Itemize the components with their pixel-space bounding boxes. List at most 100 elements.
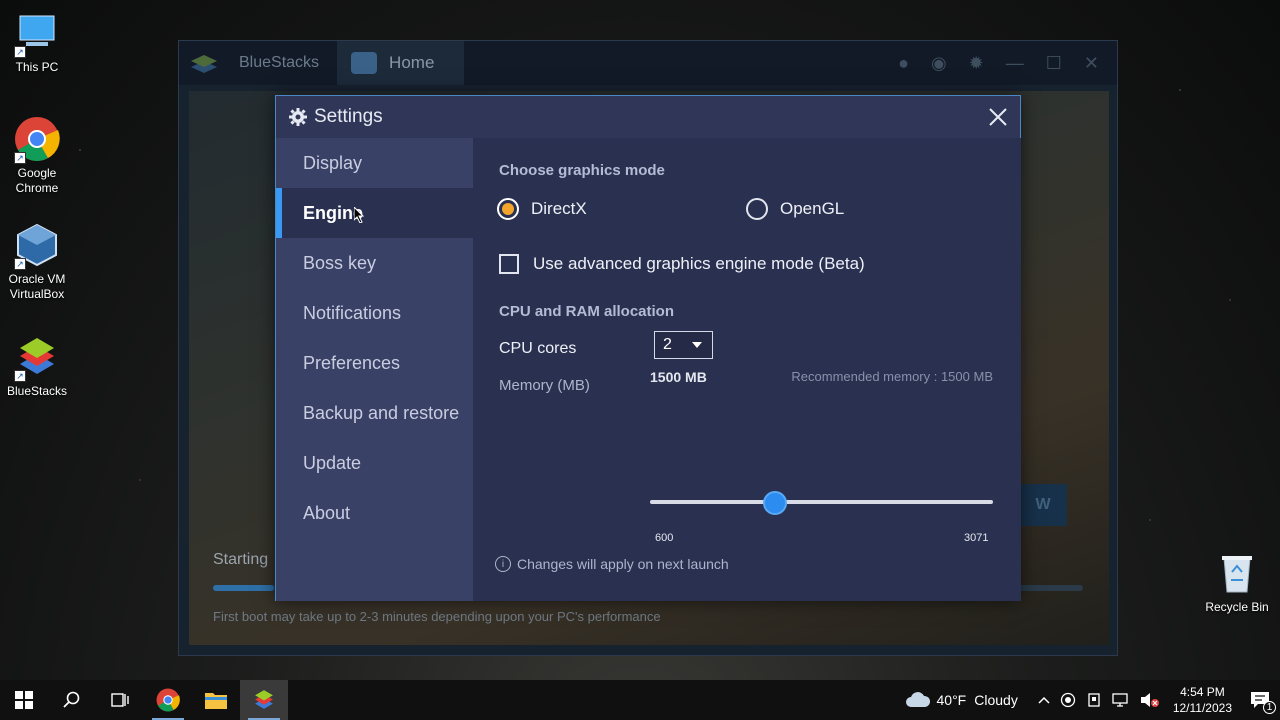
maximize-button[interactable]: ☐ [1046,53,1062,74]
boot-progress-fill [213,585,274,591]
show-hidden-icons-button[interactable] [1033,680,1055,720]
gear-icon[interactable]: ✹ [969,53,984,74]
tab-home[interactable]: Home [337,41,465,85]
bluestacks-logo-icon: ↗ [14,334,60,382]
sidebar-item-backup-restore[interactable]: Backup and restore [276,388,473,438]
sidebar-item-label: Update [303,452,362,473]
virtualbox-icon: ↗ [14,222,60,270]
task-view-button[interactable] [96,680,144,720]
this-pc-desktop-icon[interactable]: ↗ This PC [0,10,74,75]
taskbar-bluestacks[interactable] [240,680,288,720]
recycle-bin-desktop-icon[interactable]: Recycle Bin [1200,550,1274,615]
home-icon [351,52,378,74]
record-icon [1060,692,1075,708]
google-chrome-desktop-icon[interactable]: ↗ Google Chrome [0,116,74,196]
recommended-memory: Recommended memory : 1500 MB [791,369,993,384]
account-icon[interactable]: ◉ [931,53,947,74]
sidebar-item-label: Notifications [303,302,402,323]
recycle-bin-icon [1214,550,1260,596]
cpu-cores-select[interactable]: 2 [654,331,713,359]
settings-dialog: Settings Display Engine Boss key Notific… [275,95,1021,601]
bluestacks-titlebar: BlueStacks Home ● ◉ ✹ — ☐ ✕ [179,41,1117,85]
windows-icon [15,691,33,709]
action-center-button[interactable]: 1 [1240,680,1280,720]
folder-icon [205,693,227,709]
sidebar-item-about[interactable]: About [276,488,473,538]
start-button[interactable] [0,680,48,720]
weather-temp: 40°F [936,692,967,708]
system-tray: 40°F Cloudy 4:54 PM 12/11/2023 1 [900,680,1280,720]
tray-record-icon[interactable] [1055,680,1081,720]
sidebar-item-engine[interactable]: Engine [276,188,473,238]
bluestacks-logo-icon [255,690,273,709]
sidebar-item-notifications[interactable]: Notifications [276,288,473,338]
virtualbox-label: Oracle VM VirtualBox [8,272,66,301]
engine-settings-panel: Choose graphics mode DirectX OpenGL Use … [473,138,1021,601]
sidebar-item-label: Backup and restore [303,402,460,423]
taskbar-file-explorer[interactable] [192,680,240,720]
allocation-title: CPU and RAM allocation [499,303,675,320]
close-settings-button[interactable] [976,96,1020,138]
restart-note-text: Changes will apply on next launch [517,556,729,572]
clock-date: 12/11/2023 [1172,701,1232,715]
sidebar-item-label: Display [303,152,363,173]
window-controls: ● ◉ ✹ — ☐ ✕ [898,53,1117,74]
device-icon [1088,693,1100,707]
radio-unselected-icon [746,198,768,220]
sidebar-item-preferences[interactable]: Preferences [276,338,473,388]
search-icon [63,691,80,708]
network-icon [1112,693,1128,707]
tray-device-icon[interactable] [1081,680,1107,720]
sidebar-item-label: About [303,502,351,523]
memory-slider-track[interactable] [650,500,993,504]
virtualbox-desktop-icon[interactable]: ↗ Oracle VM VirtualBox [0,222,74,302]
chrome-icon [156,688,180,712]
settings-header: Settings [276,96,1020,138]
opengl-label: OpenGL [780,199,845,218]
directx-radio[interactable]: DirectX [497,198,587,220]
this-pc-label: This PC [15,60,59,74]
task-view-icon [111,693,129,707]
bluestacks-label: BlueStacks [6,384,68,398]
close-window-button[interactable]: ✕ [1084,53,1099,74]
advanced-engine-label: Use advanced graphics engine mode (Beta) [533,254,865,273]
restart-note: i Changes will apply on next launch [495,556,729,572]
taskbar-chrome[interactable] [144,680,192,720]
bluestacks-desktop-icon[interactable]: ↗ BlueStacks [0,334,74,399]
chevron-down-icon [692,342,702,348]
weather-desc: Cloudy [974,692,1018,708]
boot-tip-text: First boot may take up to 2-3 minutes de… [213,609,661,624]
volume-button[interactable] [1135,680,1165,720]
opengl-radio[interactable]: OpenGL [746,198,844,220]
sidebar-item-label: Preferences [303,352,401,373]
notification-bell-icon[interactable]: ● [898,53,909,74]
google-chrome-label: Google Chrome [15,166,59,195]
memory-max-label: 3071 [964,532,989,544]
sidebar-item-update[interactable]: Update [276,438,473,488]
chevron-up-icon [1038,696,1050,704]
monitor-icon: ↗ [14,10,60,58]
volume-muted-icon [1140,693,1159,707]
settings-sidebar: Display Engine Boss key Notifications Pr… [276,138,473,601]
advanced-engine-checkbox[interactable] [499,254,519,274]
cpu-cores-value: 2 [663,336,672,353]
network-button[interactable] [1107,680,1135,720]
game-play-button: W [1019,484,1067,526]
info-icon: i [495,556,511,572]
search-button[interactable] [48,680,96,720]
advanced-engine-checkbox-row[interactable]: Use advanced graphics engine mode (Beta) [499,254,865,274]
recycle-bin-label: Recycle Bin [1205,600,1269,614]
sidebar-item-boss-key[interactable]: Boss key [276,238,473,288]
weather-widget[interactable]: 40°F Cloudy [900,680,1023,720]
clock[interactable]: 4:54 PM 12/11/2023 [1165,680,1240,720]
memory-slider-knob[interactable] [762,491,787,515]
sidebar-item-display[interactable]: Display [276,138,473,188]
minimize-button[interactable]: — [1006,53,1024,74]
clock-time: 4:54 PM [1180,685,1225,699]
tab-home-label: Home [389,53,435,72]
memory-value: 1500 MB [650,369,707,385]
notification-count: 1 [1263,701,1276,714]
sidebar-item-label: Boss key [303,252,377,273]
bluestacks-app-name: BlueStacks [239,54,320,71]
cloud-icon [905,692,930,707]
